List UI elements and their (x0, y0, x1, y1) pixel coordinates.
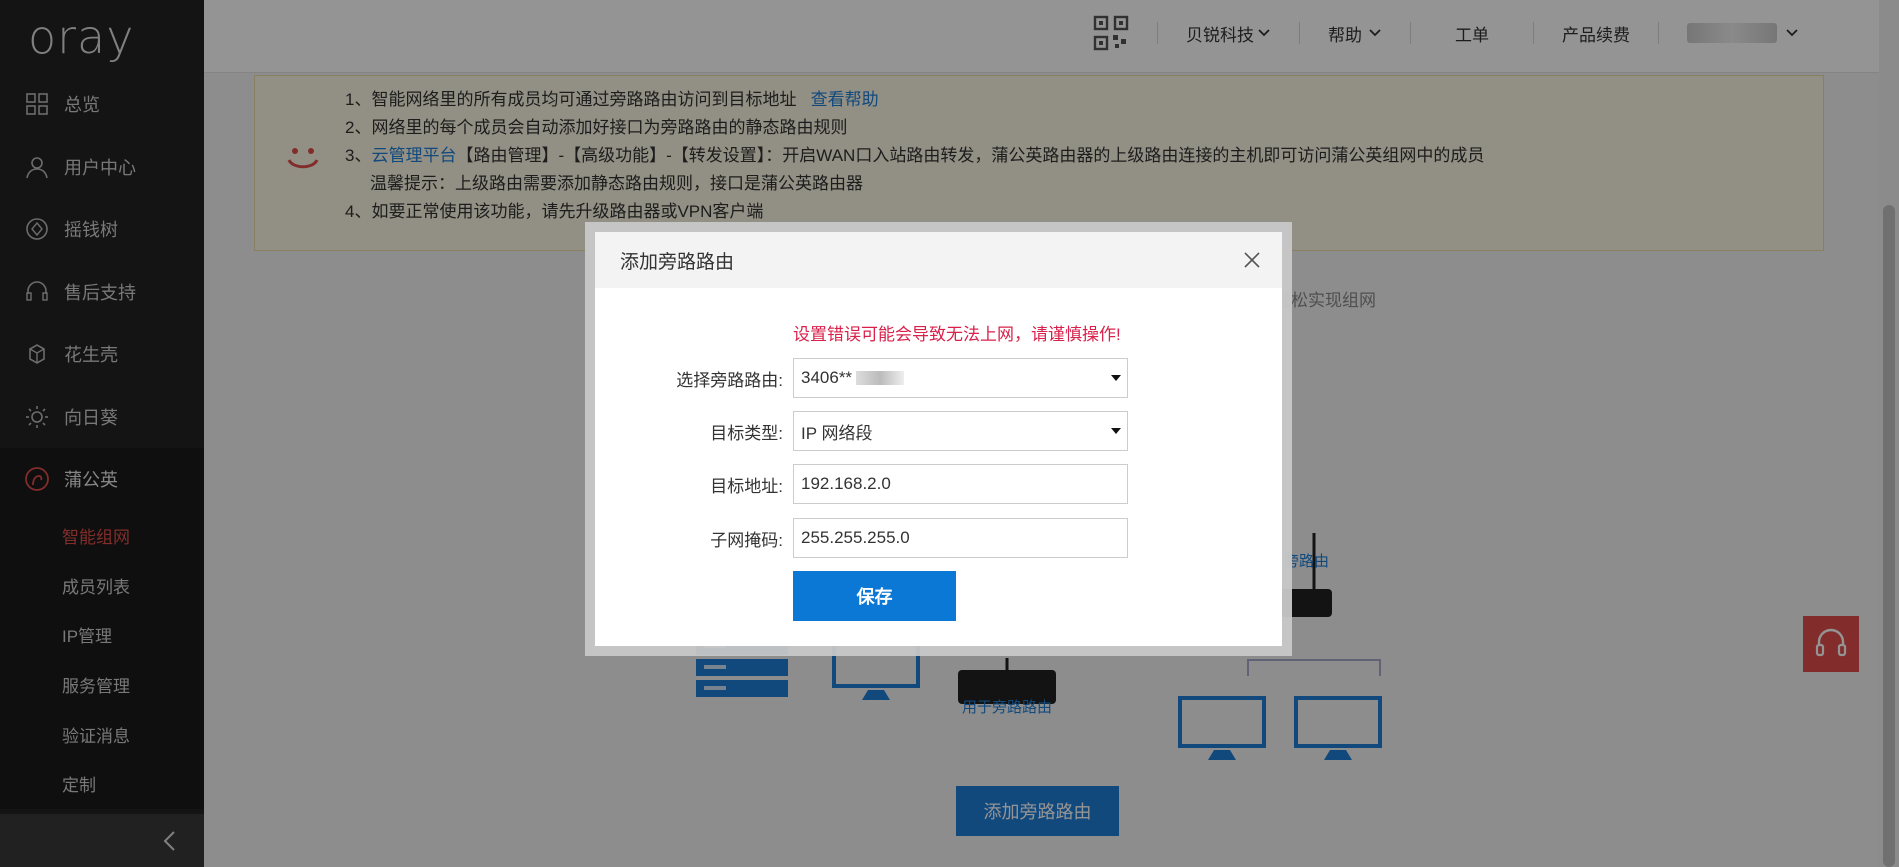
address-row: 目标地址: 192.168.2.0 (595, 463, 1282, 505)
address-label: 目标地址: (710, 476, 783, 496)
target-type-select[interactable]: IP 网络段 (793, 411, 1128, 451)
redacted-chip (856, 371, 905, 385)
modal-overlay[interactable]: 添加旁路路由 设置错误可能会导致无法上网，请谨慎操作! 选择旁路路由: 3406… (0, 0, 1899, 867)
dropdown-caret-icon (1111, 428, 1121, 434)
subnet-mask-input[interactable]: 255.255.255.0 (793, 518, 1128, 558)
type-select-label: 目标类型: (710, 423, 783, 443)
add-bypass-route-dialog: 添加旁路路由 设置错误可能会导致无法上网，请谨慎操作! 选择旁路路由: 3406… (595, 232, 1282, 646)
warning-text: 设置错误可能会导致无法上网，请谨慎操作! (793, 325, 1121, 344)
type-select-row: 目标类型: IP 网络段 (595, 410, 1282, 452)
mask-row: 子网掩码: 255.255.255.0 (595, 517, 1282, 559)
router-select[interactable]: 3406** (793, 358, 1128, 398)
modal-frame: 添加旁路路由 设置错误可能会导致无法上网，请谨慎操作! 选择旁路路由: 3406… (585, 222, 1292, 656)
mask-label: 子网掩码: (710, 530, 783, 550)
dialog-title: 添加旁路路由 (595, 232, 1282, 288)
save-button[interactable]: 保存 (793, 571, 956, 621)
dropdown-caret-icon (1111, 375, 1121, 381)
router-select-row: 选择旁路路由: 3406** (595, 357, 1282, 399)
close-icon[interactable] (1242, 250, 1262, 270)
target-address-input[interactable]: 192.168.2.0 (793, 464, 1128, 504)
router-select-label: 选择旁路路由: (676, 370, 783, 390)
